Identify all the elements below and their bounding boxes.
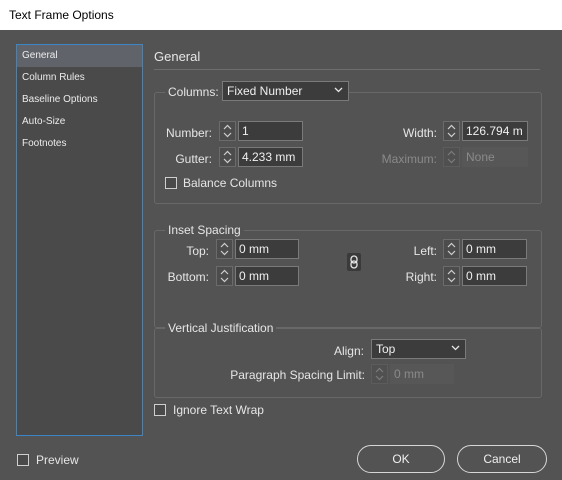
number-label: Number:	[165, 126, 212, 140]
paragraph-spacing-limit-input[interactable]: 0 mm	[390, 364, 454, 384]
ignore-text-wrap-label: Ignore Text Wrap	[173, 403, 264, 417]
paragraph-spacing-limit-stepper[interactable]: 0 mm	[371, 364, 454, 384]
inset-right-label: Right:	[405, 270, 437, 284]
columns-type-dropdown[interactable]: Fixed Number	[222, 81, 349, 101]
vertical-justification-title: Vertical Justification	[165, 321, 277, 335]
spinner-icon[interactable]	[443, 147, 460, 167]
spinner-icon[interactable]	[219, 121, 236, 141]
align-value: Top	[376, 342, 396, 356]
inset-top-input[interactable]: 0 mm	[235, 239, 299, 259]
spinner-icon[interactable]	[371, 364, 388, 384]
inset-bottom-label: Bottom:	[167, 270, 209, 284]
balance-columns-label: Balance Columns	[183, 176, 278, 190]
balance-columns-checkbox[interactable]	[165, 177, 177, 189]
width-label: Width:	[402, 126, 437, 140]
maximum-stepper[interactable]: None	[443, 147, 528, 167]
spinner-icon[interactable]	[216, 266, 233, 286]
spinner-icon[interactable]	[443, 121, 460, 141]
number-stepper[interactable]: 1	[219, 121, 303, 141]
inset-right-stepper[interactable]: 0 mm	[443, 266, 527, 286]
chevron-down-icon	[334, 87, 343, 93]
spinner-icon[interactable]	[216, 239, 233, 259]
columns-label: Columns:	[165, 85, 222, 99]
sidebar-item-baseline-options[interactable]: Baseline Options	[17, 89, 142, 111]
chevron-down-icon	[451, 345, 460, 351]
number-input[interactable]: 1	[238, 121, 303, 141]
sidebar-item-footnotes[interactable]: Footnotes	[17, 133, 142, 155]
maximum-label: Maximum:	[381, 152, 437, 166]
align-dropdown[interactable]: Top	[371, 339, 466, 359]
preview-label: Preview	[36, 453, 79, 467]
inset-left-label: Left:	[413, 244, 437, 258]
gutter-input[interactable]: 4.233 mm	[238, 147, 303, 167]
section-title: General	[154, 49, 201, 64]
inset-right-input[interactable]: 0 mm	[462, 266, 527, 286]
vertical-justification-group	[154, 328, 542, 398]
spinner-icon[interactable]	[443, 239, 460, 259]
sidebar-item-auto-size[interactable]: Auto-Size	[17, 111, 142, 133]
ignore-text-wrap-checkbox[interactable]	[154, 404, 166, 416]
inset-bottom-stepper[interactable]: 0 mm	[216, 266, 299, 286]
dialog-body: General Column Rules Baseline Options Au…	[0, 30, 562, 480]
width-stepper[interactable]: 126.794 m	[443, 121, 528, 141]
chain-link-icon[interactable]	[347, 253, 361, 271]
inset-top-stepper[interactable]: 0 mm	[216, 239, 299, 259]
gutter-label: Gutter:	[175, 152, 212, 166]
paragraph-spacing-limit-label: Paragraph Spacing Limit:	[230, 368, 365, 382]
width-input[interactable]: 126.794 m	[462, 121, 528, 141]
sidebar-item-general[interactable]: General	[17, 45, 142, 67]
preview-checkbox[interactable]	[17, 454, 29, 466]
ok-button[interactable]: OK	[357, 445, 445, 473]
maximum-input[interactable]: None	[462, 147, 528, 167]
spinner-icon[interactable]	[443, 266, 460, 286]
inset-spacing-title: Inset Spacing	[165, 223, 244, 237]
window-title: Text Frame Options	[0, 0, 562, 30]
inset-bottom-input[interactable]: 0 mm	[235, 266, 299, 286]
cancel-button[interactable]: Cancel	[457, 445, 547, 473]
sidebar-item-column-rules[interactable]: Column Rules	[17, 67, 142, 89]
sidebar: General Column Rules Baseline Options Au…	[16, 44, 143, 436]
columns-type-value: Fixed Number	[227, 84, 303, 98]
section-divider	[154, 69, 540, 70]
spinner-icon[interactable]	[219, 147, 236, 167]
align-label: Align:	[333, 344, 364, 358]
inset-left-stepper[interactable]: 0 mm	[443, 239, 527, 259]
gutter-stepper[interactable]: 4.233 mm	[219, 147, 303, 167]
inset-top-label: Top:	[186, 244, 209, 258]
inset-left-input[interactable]: 0 mm	[462, 239, 527, 259]
